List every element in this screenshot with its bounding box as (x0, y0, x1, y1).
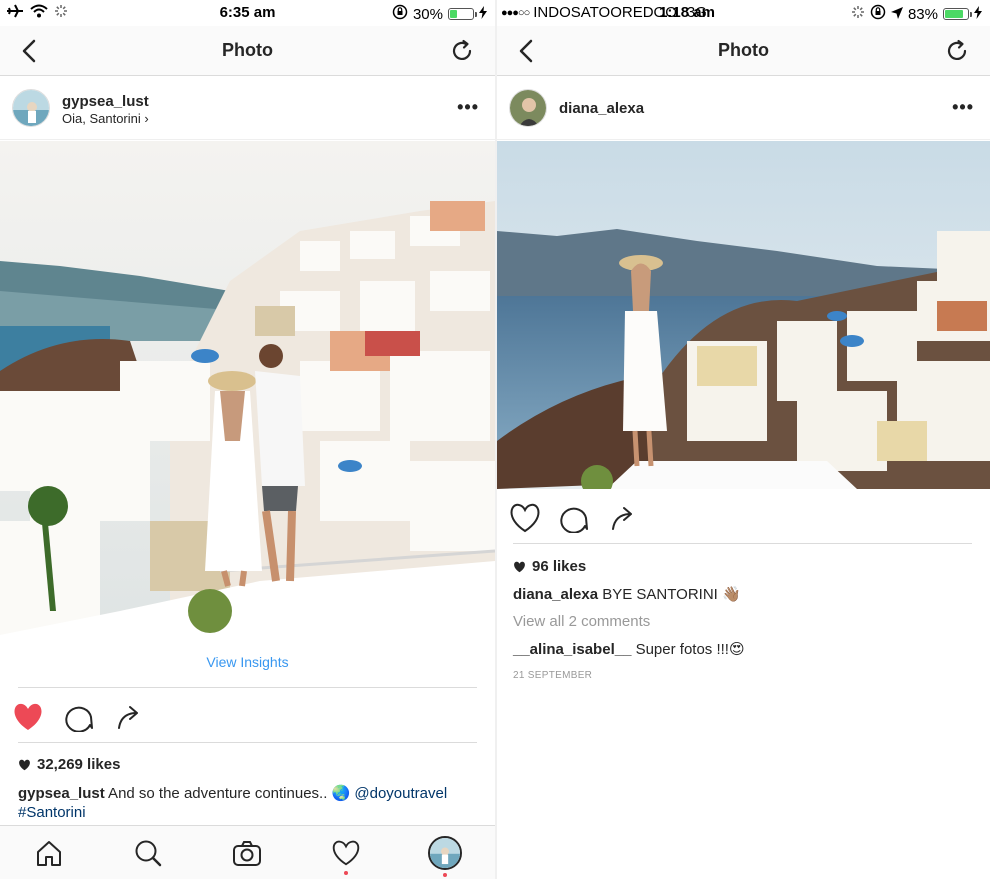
share-arrow-icon[interactable] (115, 702, 145, 732)
post-location[interactable]: Oia, Santorini › (62, 111, 149, 126)
divider (513, 543, 972, 544)
status-bar: ●●●○○ INDOSATOOREDOO 3G 1:18 am 83% (497, 0, 990, 26)
avatar[interactable] (12, 89, 50, 127)
charging-bolt-icon (974, 5, 982, 23)
divider (18, 687, 477, 688)
likes-count[interactable]: 96 likes (513, 558, 586, 575)
like-heart-icon[interactable] (509, 503, 541, 533)
view-all-comments-link[interactable]: View all 2 comments (513, 612, 972, 631)
battery-icon (943, 8, 972, 20)
avatar[interactable] (509, 89, 547, 127)
status-bar: 6:35 am 30% (0, 0, 495, 26)
post-header: diana_alexa ••• (497, 77, 990, 140)
orientation-lock-icon (392, 4, 408, 24)
small-heart-icon (514, 561, 525, 572)
battery-percent: 30% (412, 5, 443, 23)
post-header: gypsea_lust Oia, Santorini › ••• (0, 77, 495, 140)
share-arrow-icon[interactable] (609, 503, 639, 533)
post-photo[interactable] (497, 141, 990, 489)
view-insights-link[interactable]: View Insights (0, 636, 495, 688)
orientation-lock-icon (870, 4, 886, 24)
post-actions (0, 692, 495, 742)
more-options-button[interactable]: ••• (457, 97, 479, 118)
caption-username[interactable]: gypsea_lust (18, 785, 105, 802)
page-title: Photo (718, 40, 769, 60)
tab-bar (0, 825, 495, 879)
comment: __alina_isabel__ Super fotos !!!😍 (513, 640, 972, 659)
profile-avatar[interactable] (428, 836, 462, 870)
like-heart-icon[interactable] (12, 702, 44, 732)
divider (18, 742, 477, 743)
location-text[interactable]: Oia, Santorini (62, 111, 141, 126)
location-arrow-icon (890, 6, 903, 23)
post-actions (497, 493, 990, 543)
heart-icon[interactable] (331, 838, 361, 868)
battery-percent: 83% (907, 5, 938, 23)
signal-strength: ●●●○○ (501, 6, 530, 19)
profile-notification-dot (443, 873, 447, 877)
navigation-bar: Photo (0, 26, 495, 76)
post-username[interactable]: gypsea_lust (62, 93, 149, 110)
activity-notification-dot (344, 871, 348, 875)
comment-bubble-icon[interactable] (64, 702, 94, 732)
charging-bolt-icon (479, 5, 487, 23)
right-phone-screen: ●●●○○ INDOSATOOREDOO 3G 1:18 am 83% Phot… (497, 0, 990, 879)
battery-icon (448, 8, 477, 20)
post-caption: diana_alexa BYE SANTORINI 👋🏽 (513, 585, 972, 604)
camera-icon[interactable] (232, 838, 262, 868)
search-icon[interactable] (133, 838, 163, 868)
post-date: 21 SEPTEMBER (513, 670, 593, 681)
comment-username[interactable]: __alina_isabel__ (513, 641, 631, 658)
page-title: Photo (222, 40, 273, 60)
post-photo[interactable] (0, 141, 495, 635)
caption-text: BYE SANTORINI 👋🏽 (598, 586, 741, 603)
navigation-bar: Photo (497, 26, 990, 76)
caption-username[interactable]: diana_alexa (513, 586, 598, 603)
post-caption: gypsea_lust And so the adventure continu… (18, 784, 477, 822)
small-heart-icon (19, 759, 30, 770)
likes-text: 32,269 likes (37, 756, 121, 773)
post-username[interactable]: diana_alexa (559, 100, 644, 117)
comment-text: Super fotos !!!😍 (631, 641, 745, 658)
home-icon[interactable] (34, 838, 64, 868)
chevron-right-icon: › (144, 111, 149, 126)
more-options-button[interactable]: ••• (952, 97, 974, 118)
comment-bubble-icon[interactable] (559, 503, 589, 533)
caption-text: And so the adventure continues.. 🌏 (104, 785, 355, 802)
left-phone-screen: 6:35 am 30% Photo gypsea_lust Oia, Santo… (0, 0, 495, 879)
likes-text: 96 likes (532, 558, 587, 575)
status-time: 1:18 am (659, 4, 715, 21)
caption-hashtag-link[interactable]: #Santorini (18, 804, 86, 821)
refresh-icon[interactable] (944, 38, 970, 64)
caption-mention-link[interactable]: @doyoutravel (354, 785, 447, 802)
refresh-icon[interactable] (449, 38, 475, 64)
likes-count[interactable]: 32,269 likes (18, 756, 120, 773)
activity-spinner-icon (851, 5, 865, 23)
